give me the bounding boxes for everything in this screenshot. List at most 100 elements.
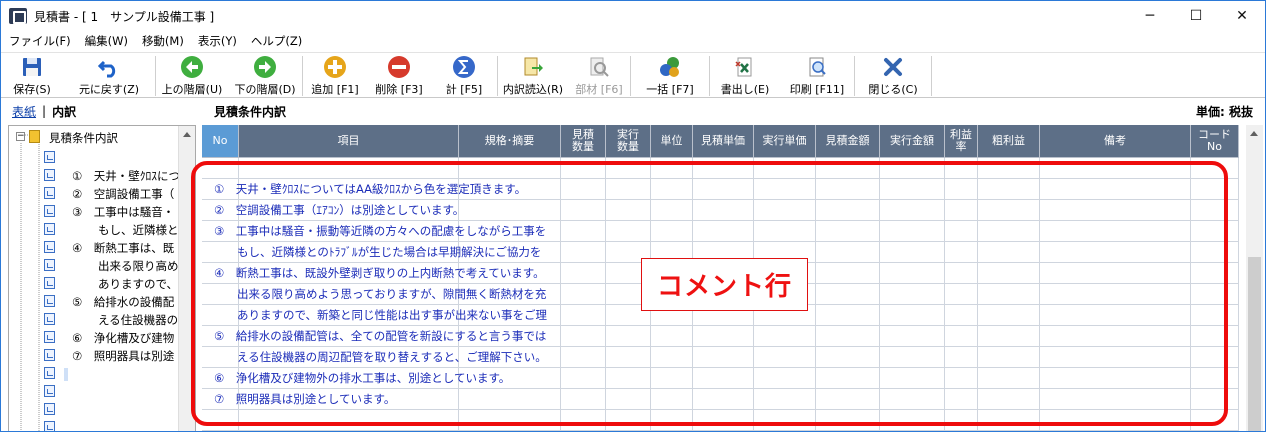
up-level-label: 上の階層(U) <box>161 83 223 96</box>
tree-item[interactable]: もし、近隣様と <box>9 220 179 238</box>
scroll-up-arrow-icon[interactable] <box>183 132 191 137</box>
comment-row-callout: コメント行 <box>641 258 808 311</box>
tree-item[interactable] <box>9 418 179 431</box>
up-arrow-icon <box>181 56 203 78</box>
header-strip: 表紙 | 内訳 見積条件内訳 単価: 税抜 <box>1 100 1265 122</box>
export-label: 書出し(E) <box>720 83 770 96</box>
column-header-spec[interactable]: 規格･摘要 <box>459 125 561 158</box>
document-node-icon <box>44 349 55 361</box>
menu-move[interactable]: 移動(M) <box>135 33 191 49</box>
window-controls: ─ ☐ ✕ <box>1127 1 1265 31</box>
delete-button[interactable]: 削除 [F3] <box>367 53 431 97</box>
tree-item-label: ① 天井・壁ｸﾛｽにつ <box>72 169 181 183</box>
tab-detail[interactable]: 内訳 <box>52 103 76 120</box>
minus-icon <box>388 56 410 78</box>
add-button[interactable]: 追加 [F1] <box>303 53 367 97</box>
excel-document-icon <box>734 56 756 78</box>
menu-help[interactable]: ヘルプ(Z) <box>244 33 309 49</box>
tab-cover[interactable]: 表紙 <box>12 103 36 120</box>
selection-marker <box>64 368 68 381</box>
down-level-label: 下の階層(D) <box>234 83 296 96</box>
grid-scrollbar[interactable] <box>1246 125 1263 431</box>
toolbar: 保存(S) 元に戻す(Z) 上の階層(U) 下の階層(D) 追加 [F1] 削除… <box>1 52 1265 98</box>
document-node-icon <box>44 385 55 397</box>
import-button[interactable]: 内訳読込(R) <box>498 53 568 97</box>
column-header-est-price[interactable]: 見積単価 <box>693 125 754 158</box>
floppy-disk-icon <box>21 56 43 78</box>
import-label: 内訳読込(R) <box>502 83 564 96</box>
tree-item[interactable]: ⑤ 給排水の設備配 <box>9 292 179 310</box>
maximize-button[interactable]: ☐ <box>1173 1 1219 31</box>
tree-item[interactable]: ⑥ 浄化槽及び建物 <box>9 328 179 346</box>
tree-item-label: ありますので、 <box>98 277 179 291</box>
tree-item[interactable]: ② 空調設備工事（ <box>9 184 179 202</box>
total-button[interactable]: 計 [F5] <box>431 53 497 97</box>
tree-item[interactable]: える住設機器の <box>9 310 179 328</box>
tree-root[interactable]: − 見積条件内訳 <box>9 128 179 146</box>
undo-label: 元に戻す(Z) <box>78 83 140 96</box>
undo-button[interactable]: 元に戻す(Z) <box>63 53 155 97</box>
menu-file[interactable]: ファイル(F) <box>1 33 78 49</box>
column-header-unit[interactable]: 単位 <box>651 125 693 158</box>
column-header-remarks[interactable]: 備考 <box>1040 125 1191 158</box>
column-header-est-qty[interactable]: 見積 数量 <box>561 125 606 158</box>
column-header-actual-qty[interactable]: 実行 数量 <box>606 125 651 158</box>
menu-edit[interactable]: 編集(W) <box>78 33 135 49</box>
unit-label: 単価: 税抜 <box>1196 104 1253 119</box>
tree-item[interactable] <box>9 400 179 418</box>
tree-item[interactable]: ありますので、 <box>9 274 179 292</box>
tree-item-label: ③ 工事中は騒音・ <box>72 205 175 219</box>
tree-item-label: える住設機器の <box>98 313 179 327</box>
close-window-button[interactable]: ✕ <box>1219 1 1265 31</box>
print-preview-icon <box>806 56 828 78</box>
tab-separator: | <box>42 104 47 118</box>
column-header-code[interactable]: コード No <box>1191 125 1239 158</box>
column-header-gross-profit[interactable]: 粗利益 <box>978 125 1040 158</box>
tree-item[interactable]: ③ 工事中は騒音・ <box>9 202 179 220</box>
column-header-no[interactable]: No <box>202 125 239 158</box>
parts-button[interactable]: 部材 [F6] <box>568 53 630 97</box>
save-button[interactable]: 保存(S) <box>1 53 63 97</box>
column-header-item[interactable]: 項目 <box>239 125 459 158</box>
window-title: 見積書 - [ 1 サンプル設備工事 ] <box>34 9 215 24</box>
minimize-button[interactable]: ─ <box>1127 1 1173 31</box>
column-header-actual-price[interactable]: 実行単価 <box>754 125 816 158</box>
menu-view[interactable]: 表示(Y) <box>191 33 244 49</box>
tree-item[interactable]: ① 天井・壁ｸﾛｽにつ <box>9 166 181 184</box>
document-node-icon <box>44 169 55 181</box>
document-node-icon <box>44 421 55 431</box>
bulk-button[interactable]: 一括 [F7] <box>631 53 709 97</box>
folder-icon <box>29 130 40 143</box>
tree-item[interactable]: ⑦ 照明器具は別途 <box>9 346 179 364</box>
tree-item[interactable]: 出来る限り高め <box>9 256 179 274</box>
print-label: 印刷 [F11] <box>789 83 845 96</box>
column-header-profit-rate[interactable]: 利益 率 <box>945 125 978 158</box>
tree-item[interactable] <box>9 382 179 400</box>
parts-label: 部材 [F6] <box>575 83 623 96</box>
add-label: 追加 [F1] <box>311 83 359 96</box>
tree-item[interactable] <box>9 148 179 166</box>
bulk-label: 一括 [F7] <box>646 83 694 96</box>
undo-arrow-icon <box>97 56 120 78</box>
document-node-icon <box>44 331 55 343</box>
total-label: 計 [F5] <box>445 83 483 96</box>
column-header-est-amount[interactable]: 見積金額 <box>816 125 880 158</box>
close-label: 閉じる(C) <box>868 83 918 96</box>
tree-item-label: 出来る限り高め <box>98 259 179 273</box>
scrollbar-thumb[interactable] <box>1248 257 1261 431</box>
document-node-icon <box>44 151 55 163</box>
collapse-icon[interactable]: − <box>16 132 25 141</box>
tree-item[interactable] <box>9 364 179 382</box>
close-button[interactable]: 閉じる(C) <box>855 53 931 97</box>
title-bar: 見積書 - [ 1 サンプル設備工事 ] ─ ☐ ✕ <box>1 1 1265 31</box>
document-import-icon <box>522 56 544 78</box>
currency-coins-icon <box>659 56 681 78</box>
up-level-button[interactable]: 上の階層(U) <box>156 53 228 97</box>
grid-header: No 項目 規格･摘要 見積 数量 実行 数量 単位 見積単価 実行単価 見積金… <box>202 125 1239 158</box>
scroll-up-arrow-icon[interactable] <box>1250 131 1258 136</box>
column-header-actual-amount[interactable]: 実行金額 <box>880 125 945 158</box>
print-button[interactable]: 印刷 [F11] <box>780 53 854 97</box>
tree-item[interactable]: ④ 断熱工事は、既 <box>9 238 179 256</box>
down-level-button[interactable]: 下の階層(D) <box>228 53 302 97</box>
export-button[interactable]: 書出し(E) <box>710 53 780 97</box>
